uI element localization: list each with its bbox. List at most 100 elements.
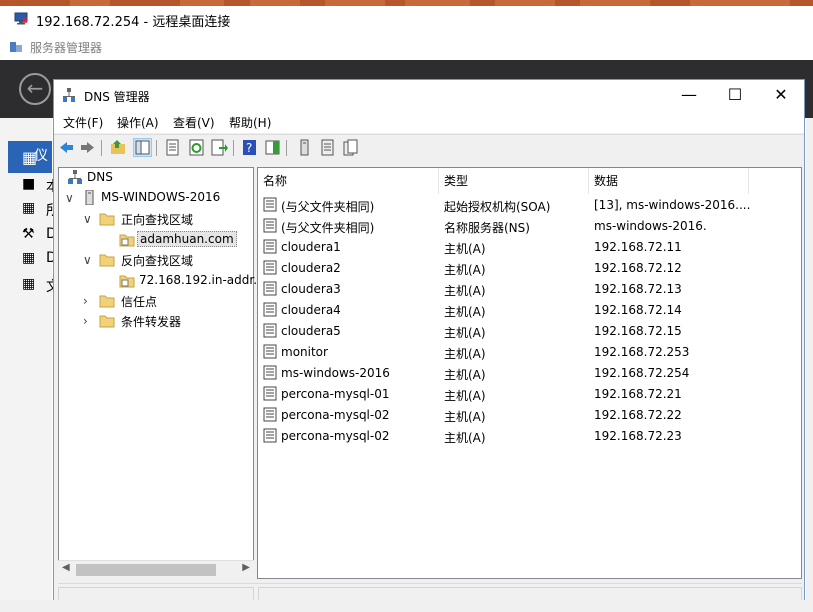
list-icon[interactable] bbox=[319, 139, 336, 156]
up-folder-icon[interactable] bbox=[110, 139, 127, 156]
column-header-name[interactable]: 名称 bbox=[258, 168, 439, 194]
scroll-thumb[interactable] bbox=[76, 564, 216, 576]
table-row[interactable]: ms-windows-2016 主机(A) 192.168.72.254 bbox=[258, 363, 801, 384]
table-row[interactable]: cloudera2 主机(A) 192.168.72.12 bbox=[258, 258, 801, 279]
record-data: 192.168.72.253 bbox=[594, 345, 690, 359]
tree-label: 信任点 bbox=[121, 295, 158, 309]
record-type: 主机(A) bbox=[444, 284, 486, 298]
record-type: 名称服务器(NS) bbox=[444, 221, 530, 235]
sidebar-item-local-server-icon[interactable]: ■ bbox=[22, 176, 35, 192]
record-name: percona-mysql-01 bbox=[281, 387, 390, 401]
column-header-data[interactable]: 数据 bbox=[589, 168, 749, 194]
dns-manager-window[interactable]: DNS 管理器 — ☐ ✕ 文件(F) 操作(A) 查看(V) 帮助(H) ? … bbox=[53, 79, 805, 611]
record-type: 起始授权机构(SOA) bbox=[444, 200, 551, 214]
menu-view[interactable]: 查看(V) bbox=[173, 114, 215, 131]
server-manager-sidebar: ▦ 仪 ■ 本 ▦ 所 ⚒ D ▦ D ▦ 文 bbox=[0, 118, 60, 612]
toolbar-separator bbox=[233, 140, 234, 156]
close-button[interactable]: ✕ bbox=[758, 80, 804, 110]
table-row[interactable]: percona-mysql-01 主机(A) 192.168.72.21 bbox=[258, 384, 801, 405]
back-arrow-icon[interactable]: ← bbox=[19, 73, 51, 105]
dns-tree-icon bbox=[68, 170, 82, 184]
record-icon bbox=[263, 365, 277, 380]
sidebar-item-all-servers-icon[interactable]: ▦ bbox=[22, 200, 35, 216]
show-pane-icon[interactable] bbox=[264, 139, 281, 156]
table-row[interactable]: cloudera1 主机(A) 192.168.72.11 bbox=[258, 237, 801, 258]
sidebar-item-tools-icon[interactable]: ⚒ bbox=[22, 226, 35, 242]
sidebar-item-dns-icon[interactable]: ▦ bbox=[22, 250, 35, 266]
menu-help[interactable]: 帮助(H) bbox=[229, 114, 271, 131]
menu-bar: 文件(F) 操作(A) 查看(V) 帮助(H) bbox=[54, 110, 804, 133]
tree-label: MS-WINDOWS-2016 bbox=[101, 190, 221, 204]
scroll-right-icon[interactable]: ▶ bbox=[242, 562, 250, 573]
rdp-title-bar[interactable]: 192.168.72.254 - 远程桌面连接 bbox=[0, 6, 813, 32]
record-data: 192.168.72.22 bbox=[594, 408, 682, 422]
server-icon bbox=[85, 190, 94, 205]
desktop-bottom-edge bbox=[0, 600, 813, 612]
record-name: monitor bbox=[281, 345, 328, 359]
maximize-button[interactable]: ☐ bbox=[712, 80, 758, 110]
sidebar-label-dashboard: 仪 bbox=[34, 148, 48, 164]
table-row[interactable]: monitor 主机(A) 192.168.72.253 bbox=[258, 342, 801, 363]
sidebar-item-files-icon[interactable]: ▦ bbox=[22, 276, 35, 292]
record-name: percona-mysql-02 bbox=[281, 429, 390, 443]
toolbar-separator bbox=[101, 140, 102, 156]
export-icon[interactable] bbox=[211, 139, 228, 156]
record-name: cloudera2 bbox=[281, 261, 341, 275]
refresh-icon[interactable] bbox=[188, 139, 205, 156]
scroll-left-icon[interactable]: ◀ bbox=[62, 562, 70, 573]
server-icon[interactable] bbox=[296, 139, 313, 156]
table-row[interactable]: (与父文件夹相同) 名称服务器(NS) ms-windows-2016. bbox=[258, 216, 801, 237]
menu-action[interactable]: 操作(A) bbox=[117, 114, 159, 131]
record-data: 192.168.72.13 bbox=[594, 282, 682, 296]
menu-file[interactable]: 文件(F) bbox=[63, 114, 103, 131]
table-row[interactable]: cloudera5 主机(A) 192.168.72.15 bbox=[258, 321, 801, 342]
minimize-button[interactable]: — bbox=[666, 80, 712, 110]
tree-label: 条件转发器 bbox=[121, 315, 182, 329]
expand-chevron-icon[interactable]: › bbox=[83, 291, 95, 311]
expand-chevron-icon[interactable]: › bbox=[83, 311, 95, 331]
record-icon bbox=[263, 428, 277, 443]
tree-label: 72.168.192.in-addr. bbox=[139, 273, 258, 287]
tree-horizontal-scrollbar[interactable]: ◀ ▶ bbox=[58, 560, 254, 579]
record-icon bbox=[263, 260, 277, 275]
copy-icon[interactable] bbox=[342, 139, 359, 156]
toolbar: ? bbox=[54, 134, 804, 161]
record-type: 主机(A) bbox=[444, 431, 486, 445]
table-row[interactable]: (与父文件夹相同) 起始授权机构(SOA) [13], ms-windows-201… bbox=[258, 195, 801, 216]
dns-title-bar[interactable]: DNS 管理器 — ☐ ✕ bbox=[54, 80, 804, 110]
record-data: 192.168.72.21 bbox=[594, 387, 682, 401]
record-name: percona-mysql-02 bbox=[281, 408, 390, 422]
dns-window-title: DNS 管理器 bbox=[84, 90, 150, 104]
record-icon bbox=[263, 197, 277, 212]
record-data: 192.168.72.15 bbox=[594, 324, 682, 338]
record-type: 主机(A) bbox=[444, 263, 486, 277]
collapse-chevron-icon[interactable]: ∨ bbox=[83, 209, 95, 229]
table-row[interactable]: percona-mysql-02 主机(A) 192.168.72.23 bbox=[258, 426, 801, 447]
zone-file-icon bbox=[119, 275, 135, 288]
records-list-pane[interactable]: 名称 类型 数据 (与父文件夹相同) 起始授权机构(SOA) [13], ms-wi… bbox=[257, 167, 802, 579]
tree-pane[interactable]: DNS ∨ MS-WINDOWS-2016 ∨ 正向查找区域 adamhuan.… bbox=[58, 167, 257, 579]
server-manager-right-edge bbox=[806, 118, 813, 612]
record-name: (与父文件夹相同) bbox=[281, 221, 375, 235]
tree-label: 正向查找区域 bbox=[121, 213, 194, 227]
server-manager-title: 服务器管理器 bbox=[30, 41, 103, 55]
table-row[interactable]: cloudera3 主机(A) 192.168.72.13 bbox=[258, 279, 801, 300]
back-icon[interactable] bbox=[58, 139, 75, 156]
record-type: 主机(A) bbox=[444, 410, 486, 424]
toolbar-separator bbox=[286, 140, 287, 156]
record-icon bbox=[263, 344, 277, 359]
collapse-chevron-icon[interactable]: ∨ bbox=[65, 188, 77, 208]
show-hide-tree-icon[interactable] bbox=[133, 138, 152, 157]
forward-icon[interactable] bbox=[79, 139, 96, 156]
table-row[interactable]: cloudera4 主机(A) 192.168.72.14 bbox=[258, 300, 801, 321]
help-icon[interactable]: ? bbox=[241, 139, 258, 156]
server-manager-title-bar[interactable]: 服务器管理器 bbox=[0, 32, 813, 61]
collapse-chevron-icon[interactable]: ∨ bbox=[83, 250, 95, 270]
record-data: 192.168.72.254 bbox=[594, 366, 690, 380]
properties-icon[interactable] bbox=[164, 139, 181, 156]
zone-file-icon bbox=[119, 234, 135, 247]
column-header-type[interactable]: 类型 bbox=[439, 168, 589, 194]
record-data: [13], ms-windows-2016.... bbox=[594, 198, 751, 212]
table-row[interactable]: percona-mysql-02 主机(A) 192.168.72.22 bbox=[258, 405, 801, 426]
server-manager-icon bbox=[10, 42, 22, 52]
